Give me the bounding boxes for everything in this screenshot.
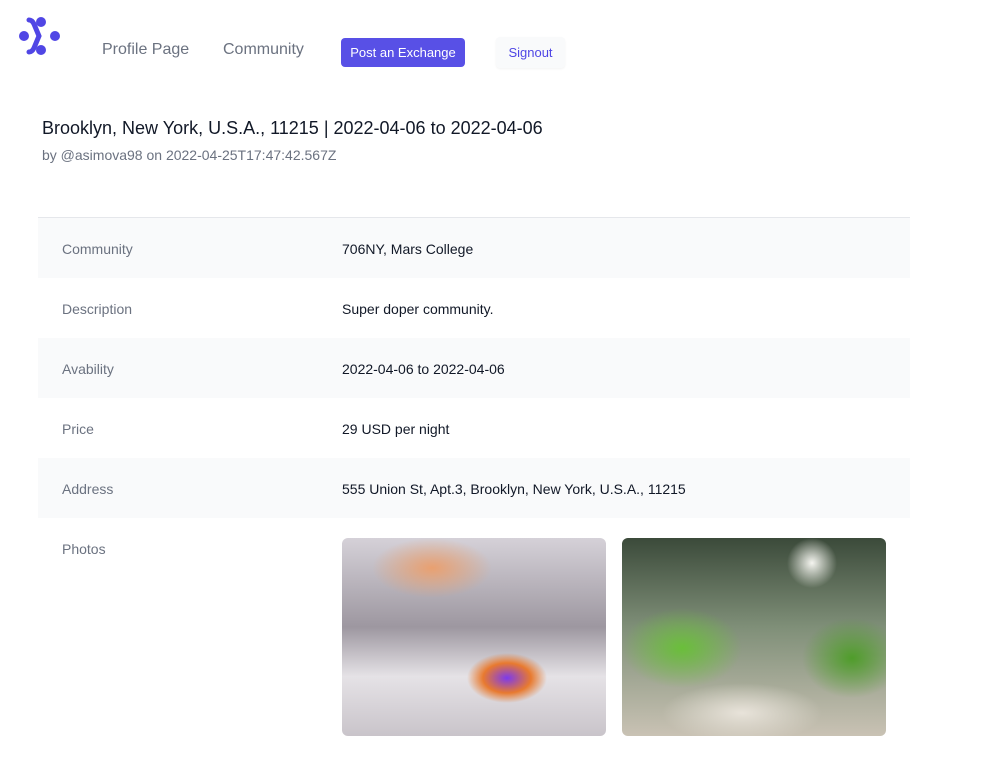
logo[interactable] bbox=[18, 16, 62, 61]
signout-button[interactable]: Signout bbox=[496, 37, 565, 68]
detail-row-description: Description Super doper community. bbox=[38, 278, 910, 338]
byline: by @asimova98 on 2022-04-25T17:47:42.567… bbox=[42, 147, 337, 163]
detail-label: Photos bbox=[62, 541, 106, 557]
detail-value: 2022-04-06 to 2022-04-06 bbox=[342, 361, 505, 377]
detail-row-price: Price 29 USD per night bbox=[38, 398, 910, 458]
photo-plant-room[interactable] bbox=[622, 538, 886, 736]
detail-row-availability: Avability 2022-04-06 to 2022-04-06 bbox=[38, 338, 910, 398]
detail-value: 29 USD per night bbox=[342, 421, 450, 437]
post-exchange-button[interactable]: Post an Exchange bbox=[341, 38, 465, 67]
detail-label: Avability bbox=[62, 361, 114, 377]
logo-icon bbox=[19, 17, 60, 55]
detail-label: Description bbox=[62, 301, 133, 317]
nav-profile-page[interactable]: Profile Page bbox=[102, 41, 189, 59]
detail-label: Address bbox=[62, 481, 114, 497]
detail-value: 555 Union St, Apt.3, Brooklyn, New York,… bbox=[342, 481, 686, 497]
detail-value: 706NY, Mars College bbox=[342, 241, 474, 257]
page-title: Brooklyn, New York, U.S.A., 11215 | 2022… bbox=[42, 118, 543, 138]
detail-row-community: Community 706NY, Mars College bbox=[38, 218, 910, 278]
photo-bedroom[interactable] bbox=[342, 538, 606, 736]
detail-value: Super doper community. bbox=[342, 301, 494, 317]
detail-row-address: Address 555 Union St, Apt.3, Brooklyn, Ne… bbox=[38, 458, 910, 518]
nav-community[interactable]: Community bbox=[223, 41, 304, 59]
detail-label: Price bbox=[62, 421, 94, 437]
detail-label: Community bbox=[62, 241, 133, 257]
